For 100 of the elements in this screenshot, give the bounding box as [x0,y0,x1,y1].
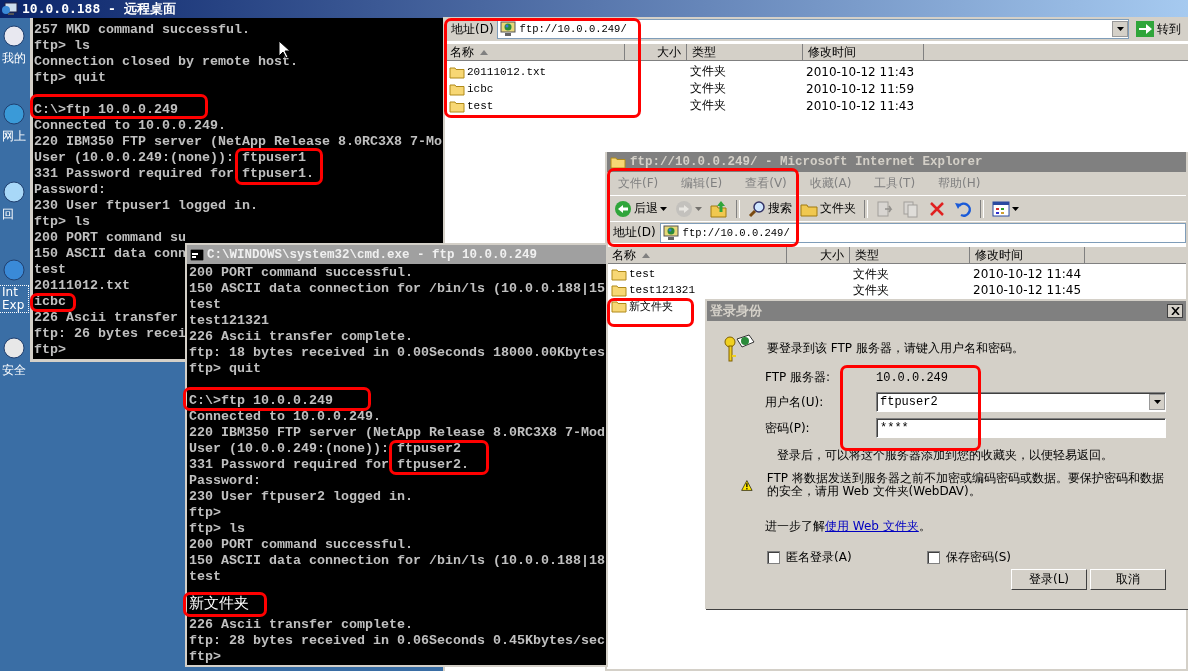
username-field[interactable]: ftpuser2 [876,392,1166,412]
column-header[interactable]: 名称 [445,44,625,61]
monitor-globe-icon [499,21,516,37]
sort-arrow-icon [480,49,488,55]
desktop-icon-label[interactable]: Int Exp [0,286,28,312]
password-field[interactable]: **** [876,418,1166,438]
address-field[interactable]: ftp://10.0.0.249/ [496,19,1129,39]
address-label: 地址(D) [451,20,494,38]
dialog-button[interactable]: 取消 [1090,569,1166,590]
console-icon [190,248,204,261]
console-line: User (10.0.0.249:(none)): ftpuser2 [189,443,461,455]
modified-date: 2010-10-12 11:45 [972,283,1083,297]
desktop-icon-label[interactable]: 网上 [0,130,28,143]
console-line: 230 User ftpuser1 logged in. [34,200,258,212]
checkbox[interactable] [767,551,780,564]
console-line: test121321 [189,315,269,327]
checkbox[interactable] [927,551,940,564]
console-line: 200 PORT command su [34,232,186,244]
annotation-frame [30,293,76,312]
console-line: ftp> ls [34,216,90,228]
folder-icon [611,299,627,313]
folder-icon [449,98,465,113]
desktop-icon-label[interactable]: 安全 [0,364,28,377]
close-button[interactable] [1167,304,1183,318]
console-line: Password: [34,184,106,196]
console-line: C:\>ftp 10.0.0.249 [34,104,178,116]
address-field[interactable]: ftp://10.0.0.249/ [659,222,1186,243]
web-folder-link[interactable]: 使用 Web 文件夹 [825,519,919,533]
console-line: Connected to 10.0.0.249. [189,411,381,423]
console-line: ftp: 26 bytes recei [34,328,186,340]
console-line: 226 Ascii transfer [34,312,178,324]
modified-date: 2010-10-12 11:44 [972,267,1083,281]
console-line: 20111012.txt [34,280,130,292]
arrow-icon [1136,21,1154,37]
server-value: 10.0.0.249 [876,370,949,385]
folder-icon [449,81,465,96]
file-name[interactable]: test [629,268,656,280]
undo-icon [954,199,972,218]
modified-date: 2010-10-12 11:59 [805,81,916,96]
desktop-icon[interactable] [0,336,26,360]
console-line: 200 PORT command successful. [189,539,413,551]
console-line: 220 IBM350 FTP server (NetApp Release 8.0RC3X8 7-Mo [34,136,442,148]
caret-icon [1153,400,1161,404]
console-line: 150 ASCII data connection for /bin/ls (10.0.0.188|18 [189,555,605,567]
delete-icon [928,199,946,218]
dropdown-button[interactable] [1112,21,1128,37]
checkbox-label[interactable]: 保存密码(S) [946,549,1011,566]
file-name[interactable]: 20111012.txt [467,65,547,78]
console-line: 200 PORT command successful. [189,267,413,279]
back-button[interactable]: 后退 [612,197,669,220]
console-line: ftp> [189,651,221,663]
column-header[interactable]: 大小 [787,247,850,264]
console-line: test [34,264,66,276]
desktop-icon-label[interactable]: 回 [0,208,28,221]
console-line: ftp> [34,344,66,356]
address-label: 地址(D) [613,224,656,241]
intro-text: 要登录到该 FTP 服务器，请键入用户名和密码。 [767,339,1024,357]
console-line: ftp> quit [189,363,261,375]
file-name[interactable]: icbc [467,82,494,95]
dialog-button[interactable]: 登录(L) [1011,569,1087,590]
folders-button[interactable]: 文件夹 [798,197,858,220]
learn-more-text: 进一步了解使用 Web 文件夹。 [765,518,932,535]
console-line: ftp: 28 bytes received in 0.06Seconds 0.45Kbytes/sec [189,635,605,647]
file-name[interactable]: test [467,99,494,112]
window-title: ftp://10.0.0.249/ - Microsoft Internet Explorer [630,155,983,169]
console-line: icbc [34,296,66,308]
desktop-icon-label[interactable]: 我的 [0,52,28,65]
modified-date: 2010-10-12 11:43 [805,98,916,113]
console-line: Connected to 10.0.0.249. [34,120,226,132]
console-line: ftp> quit [34,72,106,84]
modified-date: 2010-10-12 11:43 [805,64,916,79]
console-line: 220 IBM350 FTP server (NetApp Release 8.0RC3X8 7-Mod [189,427,605,439]
desktop-icon[interactable] [0,102,26,126]
console-line: Password: [189,475,261,487]
console-line: 230 User ftpuser2 logged in. [189,491,413,503]
monitor-globe-icon [662,224,679,241]
username-label: 用户名(U): [765,393,825,411]
search-button[interactable]: 搜索 [746,197,794,220]
checkbox-label[interactable]: 匿名登录(A) [786,549,852,566]
folder-up-icon [710,199,728,218]
file-name[interactable]: 新文件夹 [629,298,673,314]
desktop-icon[interactable] [0,180,26,204]
desktop-icon[interactable] [0,24,26,48]
password-label: 密码(P): [765,419,811,437]
column-header[interactable]: 类型 [850,247,970,264]
file-type: 文件夹 [852,281,890,299]
column-header[interactable]: 修改时间 [970,247,1085,264]
close-icon [1170,307,1180,315]
search-icon [748,199,766,218]
dropdown-button[interactable] [1149,394,1165,410]
folder-icon [611,283,627,297]
file-name[interactable]: test121321 [629,284,695,296]
column-header[interactable]: 修改时间 [803,44,924,61]
console-line: ftp: 18 bytes received in 0.00Seconds 18000.00Kbytes [189,347,605,359]
column-header[interactable]: 大小 [625,44,687,61]
console-line: 226 Ascii transfer complete. [189,331,413,343]
column-header[interactable]: 类型 [687,44,803,61]
console-line: 331 Password required for ftpuser1. [34,168,314,180]
console-line: 331 Password required for ftpuser2. [189,459,469,471]
caret-icon [1012,206,1019,211]
